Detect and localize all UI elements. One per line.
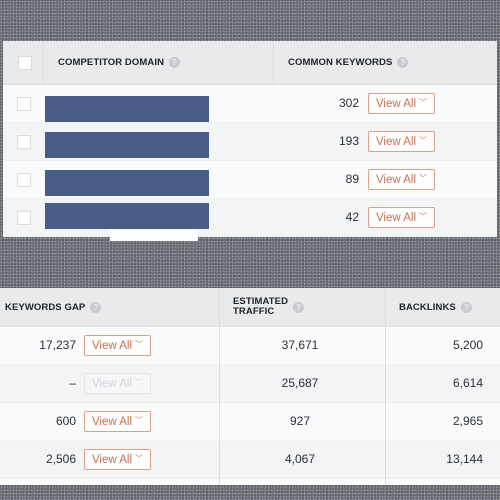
chevron-down-icon: ﹀ [135,378,144,387]
chevron-down-icon: ﹀ [135,416,144,425]
table-row: 89 View All ﹀ [3,161,497,199]
table-header: COMPETITOR DOMAIN ? COMMON KEYWORDS ? [3,41,497,85]
select-all-checkbox[interactable] [18,56,32,70]
chevron-down-icon: ﹀ [419,136,428,145]
row-checkbox[interactable] [17,173,31,187]
redacted-domain [45,203,209,229]
header-label: COMPETITOR DOMAIN [58,57,165,68]
button-label: View All [91,415,133,428]
divider [385,288,386,326]
keywords-gap-count: 17,237 [39,338,76,352]
divider [43,41,44,84]
button-label: View All [375,173,417,186]
view-all-button[interactable]: View All ﹀ [368,93,435,114]
table-header: KEYWORDS GAP ? ESTIMATED TRAFFIC ? BACKL… [0,288,500,327]
help-icon[interactable]: ? [460,301,472,313]
header-estimated-traffic[interactable]: ESTIMATED TRAFFIC ? [233,288,305,326]
common-keywords-count: 89 [345,172,359,186]
row-checkbox[interactable] [17,211,31,225]
view-all-button[interactable]: View All ﹀ [368,207,435,228]
view-all-button[interactable]: View All ﹀ [368,169,435,190]
backlinks-value: 5,200 [452,338,483,352]
divider [385,327,386,485]
help-icon[interactable]: ? [293,301,305,313]
divider [219,288,220,326]
row-checkbox[interactable] [17,97,31,111]
view-all-button[interactable]: View All ﹀ [84,449,151,470]
button-label: View All [375,135,417,148]
backlinks-value: 13,144 [446,452,483,466]
table-row: 600 View All ﹀ 927 2,965 [0,403,500,441]
view-all-button-disabled: View All ﹀ [84,373,151,394]
backlinks-value: 6,614 [452,376,483,390]
header-backlinks[interactable]: BACKLINKS ? [399,288,472,326]
backlinks-value: 2,965 [452,414,483,428]
table-row: 193 View All ﹀ [3,123,497,161]
help-icon[interactable]: ? [90,301,102,313]
estimated-traffic-value: 37,671 [281,338,319,352]
common-keywords-count: 193 [338,134,359,148]
divider [273,41,274,84]
header-common-keywords[interactable]: COMMON KEYWORDS ? [288,41,409,84]
table-row: – View All ﹀ 25,687 6,614 [0,365,500,403]
button-label: View All [375,211,417,224]
header-label: KEYWORDS GAP [5,301,86,313]
redacted-domain [45,170,209,196]
header-competitor-domain[interactable]: COMPETITOR DOMAIN ? [58,41,181,84]
competitor-table-bottom: KEYWORDS GAP ? ESTIMATED TRAFFIC ? BACKL… [0,288,500,485]
button-label: View All [375,97,417,110]
table-row: 17,237 View All ﹀ 37,671 5,200 [0,327,500,365]
redacted-domain [45,132,209,158]
chevron-down-icon: ﹀ [419,174,428,183]
header-label: ESTIMATED TRAFFIC [233,297,288,317]
view-all-button[interactable]: View All ﹀ [84,335,151,356]
table-row: 2,506 View All ﹀ 4,067 13,144 [0,441,500,479]
competitor-table-top: COMPETITOR DOMAIN ? COMMON KEYWORDS ? 30… [3,41,497,237]
view-all-button[interactable]: View All ﹀ [368,131,435,152]
row-checkbox[interactable] [17,135,31,149]
help-icon[interactable]: ? [397,57,409,68]
table-row: 42 View All ﹀ [3,199,497,237]
divider [219,327,220,485]
chevron-down-icon: ﹀ [135,340,144,349]
chevron-down-icon: ﹀ [419,98,428,107]
chevron-down-icon: ﹀ [419,212,428,221]
button-label: View All [91,339,133,352]
button-label: View All [91,453,133,466]
table-row: 302 View All ﹀ [3,85,497,123]
header-label-line2: TRAFFIC [233,306,275,317]
redaction-patch [110,230,198,241]
button-label: View All [91,377,133,390]
header-keywords-gap[interactable]: KEYWORDS GAP ? [5,288,102,326]
keywords-gap-count: – [69,376,76,390]
keywords-gap-count: 600 [55,414,76,428]
redacted-domain [45,96,209,122]
estimated-traffic-value: 4,067 [284,452,316,466]
header-label: BACKLINKS [399,301,456,313]
help-icon[interactable]: ? [169,57,181,68]
view-all-button[interactable]: View All ﹀ [84,411,151,432]
header-label: COMMON KEYWORDS [288,57,393,68]
estimated-traffic-value: 927 [289,414,311,428]
chevron-down-icon: ﹀ [135,454,144,463]
common-keywords-count: 302 [338,96,359,110]
common-keywords-count: 42 [345,210,359,224]
estimated-traffic-value: 25,687 [281,376,319,390]
keywords-gap-count: 2,506 [45,452,76,466]
